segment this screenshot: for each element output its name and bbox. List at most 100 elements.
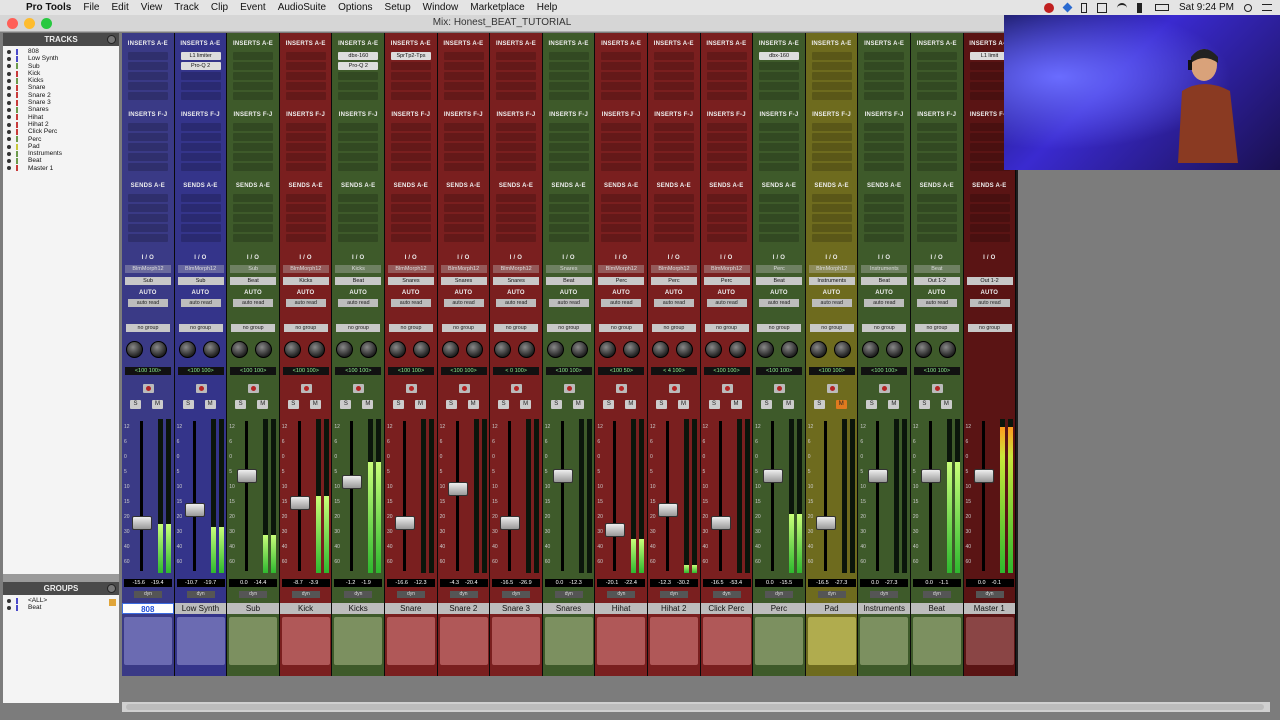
send-slot[interactable] bbox=[706, 204, 747, 212]
insert-slot[interactable] bbox=[759, 92, 800, 100]
insert-slot[interactable] bbox=[864, 133, 905, 141]
send-slot[interactable] bbox=[128, 194, 168, 202]
solo-button[interactable]: S bbox=[761, 400, 773, 409]
automation-mode[interactable]: auto read bbox=[180, 299, 221, 307]
mute-button[interactable]: M bbox=[414, 400, 426, 409]
track-visibility-icon[interactable] bbox=[7, 93, 11, 98]
mute-button[interactable]: M bbox=[572, 400, 584, 409]
insert-slot[interactable]: L1 limiter bbox=[180, 52, 221, 60]
volume-fader[interactable] bbox=[184, 502, 205, 517]
group-list-item[interactable]: <ALL> bbox=[7, 597, 119, 604]
track-visibility-icon[interactable] bbox=[7, 108, 11, 113]
input-selector[interactable]: BlmMorph12 bbox=[598, 265, 645, 273]
automation-mode[interactable]: auto read bbox=[601, 299, 642, 307]
automation-mode[interactable]: auto read bbox=[706, 299, 747, 307]
insert-slot[interactable] bbox=[285, 92, 326, 100]
insert-slot[interactable] bbox=[548, 163, 589, 171]
pan-knob-right[interactable] bbox=[623, 341, 641, 358]
insert-slot[interactable] bbox=[128, 133, 168, 141]
send-slot[interactable] bbox=[233, 214, 274, 222]
insert-slot[interactable] bbox=[759, 153, 800, 161]
track-name[interactable]: Kick bbox=[279, 603, 332, 614]
send-slot[interactable] bbox=[759, 214, 800, 222]
send-slot[interactable] bbox=[338, 214, 379, 222]
send-slot[interactable] bbox=[443, 194, 484, 202]
automation-mode[interactable]: auto read bbox=[496, 299, 537, 307]
automation-mode[interactable]: auto read bbox=[653, 299, 694, 307]
mute-button[interactable]: M bbox=[940, 400, 952, 409]
mute-button[interactable]: M bbox=[257, 400, 269, 409]
track-name[interactable]: Low Synth bbox=[174, 603, 227, 614]
mute-button[interactable]: M bbox=[730, 400, 742, 409]
track-name[interactable]: Snares bbox=[542, 603, 595, 614]
output-selector[interactable]: Sub bbox=[125, 277, 171, 285]
tracks-panel-header[interactable]: TRACKS bbox=[3, 33, 119, 46]
send-slot[interactable] bbox=[653, 194, 694, 202]
send-slot[interactable] bbox=[233, 224, 274, 232]
send-slot[interactable] bbox=[180, 214, 221, 222]
group-active-icon[interactable] bbox=[7, 598, 11, 603]
menu-app[interactable]: Pro Tools bbox=[26, 2, 71, 13]
volume-fader[interactable] bbox=[132, 516, 152, 531]
menu-clip[interactable]: Clip bbox=[211, 2, 228, 13]
track-name[interactable]: Snare 3 bbox=[490, 603, 542, 614]
insert-slot[interactable]: SprTp2-Tps bbox=[390, 52, 431, 60]
track-list-item[interactable]: Perc bbox=[7, 136, 119, 143]
menu-window[interactable]: Window bbox=[423, 2, 459, 13]
pan-knob-right[interactable] bbox=[202, 341, 220, 358]
insert-slot[interactable] bbox=[916, 62, 957, 70]
send-slot[interactable] bbox=[548, 234, 589, 242]
output-selector[interactable]: Sub bbox=[177, 277, 224, 285]
send-slot[interactable] bbox=[390, 194, 431, 202]
insert-slot[interactable] bbox=[496, 163, 537, 171]
pan-knob-left[interactable] bbox=[441, 341, 459, 358]
insert-slot[interactable] bbox=[443, 72, 484, 80]
insert-slot[interactable] bbox=[390, 72, 431, 80]
mute-button[interactable]: M bbox=[204, 400, 216, 409]
pan-knob-right[interactable] bbox=[465, 341, 483, 358]
record-arm-button[interactable] bbox=[143, 384, 154, 393]
insert-slot[interactable] bbox=[916, 123, 957, 131]
pan-knob-left[interactable] bbox=[599, 341, 617, 358]
automation-mode[interactable]: auto read bbox=[443, 299, 484, 307]
insert-slot[interactable] bbox=[233, 153, 274, 161]
send-slot[interactable] bbox=[811, 214, 852, 222]
insert-slot[interactable] bbox=[864, 143, 905, 151]
dyn-button[interactable]: dyn bbox=[449, 591, 478, 598]
insert-slot[interactable] bbox=[233, 143, 274, 151]
insert-slot[interactable] bbox=[443, 52, 484, 60]
output-selector[interactable]: Perc bbox=[598, 277, 645, 285]
send-slot[interactable] bbox=[759, 234, 800, 242]
track-list-item[interactable]: Click Perc bbox=[7, 128, 119, 135]
output-selector[interactable]: Beat bbox=[230, 277, 277, 285]
insert-slot[interactable] bbox=[233, 82, 274, 90]
output-selector[interactable]: Beat bbox=[545, 277, 592, 285]
insert-slot[interactable] bbox=[338, 123, 379, 131]
track-name[interactable]: Master 1 bbox=[963, 603, 1016, 614]
record-arm-button[interactable] bbox=[616, 384, 628, 393]
track-visibility-icon[interactable] bbox=[7, 78, 11, 83]
group-selector[interactable]: no group bbox=[757, 324, 802, 332]
insert-slot[interactable] bbox=[180, 133, 221, 141]
solo-button[interactable]: S bbox=[655, 400, 667, 409]
insert-slot[interactable] bbox=[653, 133, 694, 141]
output-selector[interactable]: Beat bbox=[335, 277, 382, 285]
group-selector[interactable]: no group bbox=[704, 324, 749, 332]
insert-slot[interactable] bbox=[180, 72, 221, 80]
insert-slot[interactable] bbox=[916, 143, 957, 151]
group-active-icon[interactable] bbox=[7, 605, 11, 610]
send-slot[interactable] bbox=[390, 204, 431, 212]
send-slot[interactable] bbox=[969, 234, 1010, 242]
output-selector[interactable]: Kicks bbox=[282, 277, 329, 285]
insert-slot[interactable] bbox=[706, 153, 747, 161]
group-selector[interactable]: no group bbox=[862, 324, 907, 332]
insert-slot[interactable] bbox=[653, 52, 694, 60]
insert-slot[interactable] bbox=[916, 92, 957, 100]
pan-knob-right[interactable] bbox=[150, 341, 167, 358]
send-slot[interactable] bbox=[653, 224, 694, 232]
send-slot[interactable] bbox=[969, 194, 1010, 202]
solo-button[interactable]: S bbox=[340, 400, 352, 409]
insert-slot[interactable] bbox=[128, 153, 168, 161]
send-slot[interactable] bbox=[285, 194, 326, 202]
pan-knob-right[interactable] bbox=[938, 341, 956, 358]
